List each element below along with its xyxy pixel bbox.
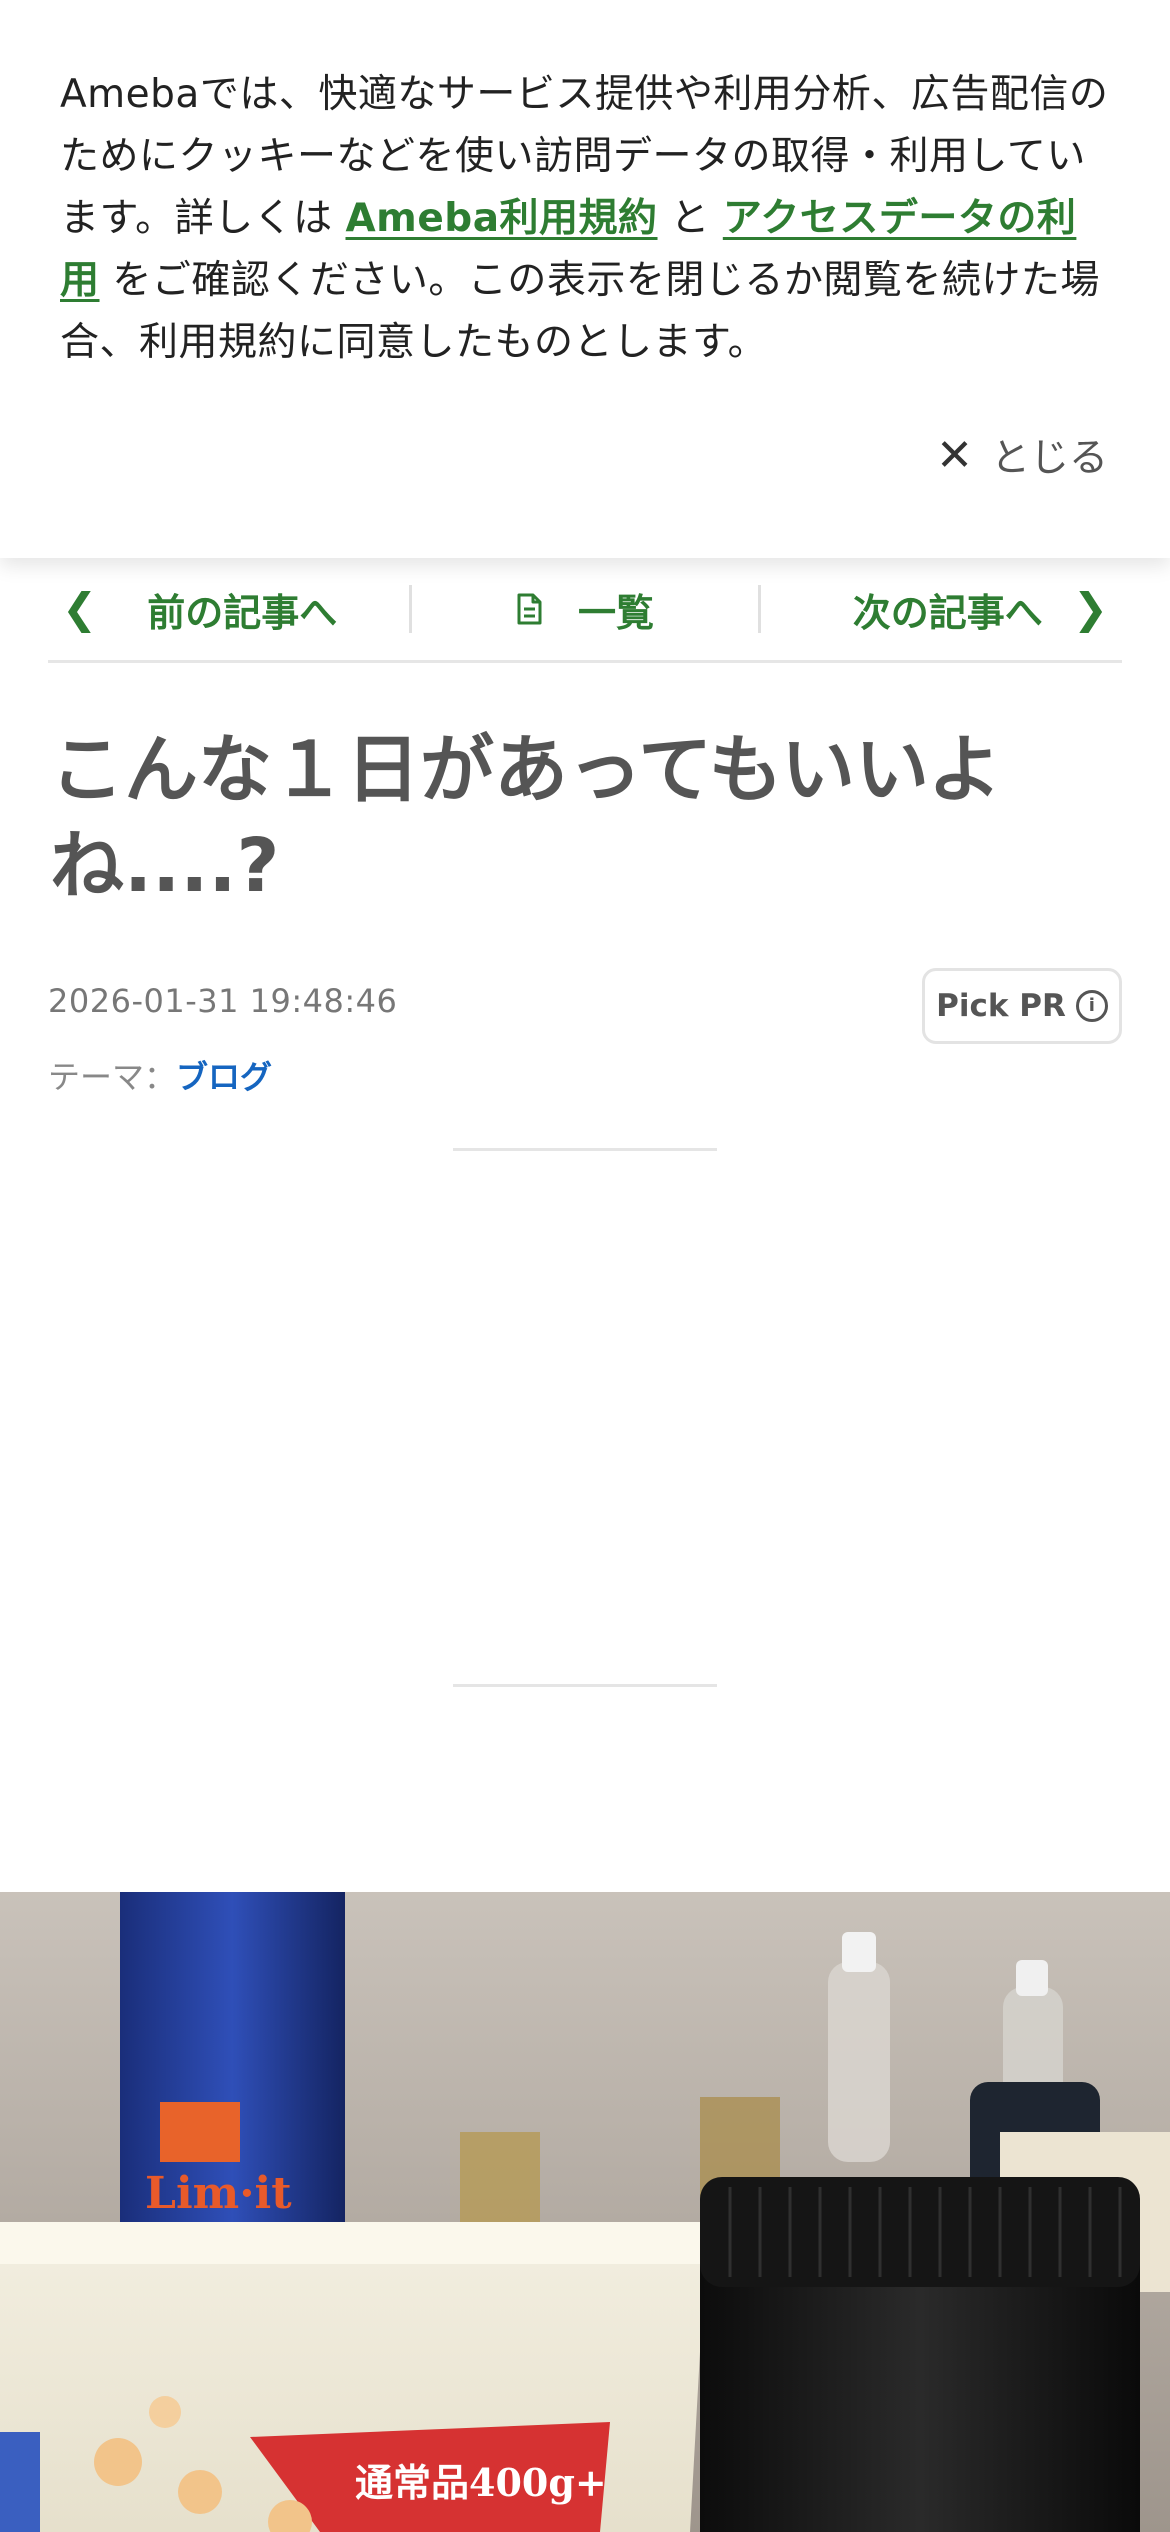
- tub-label-text: 通常品400g+: [355, 2460, 607, 2505]
- article-theme: テーマ：ブログ: [48, 1052, 272, 1098]
- close-banner-label: とじる: [990, 436, 1108, 481]
- cookie-text-conjunction: と: [657, 196, 723, 241]
- ad-slot-top-divider: [453, 1148, 717, 1151]
- cookie-consent-banner: Amebaでは、快適なサービス提供や利用分析、広告配信のためにクッキーなどを使い…: [0, 0, 1170, 558]
- close-icon: ✕: [936, 429, 973, 481]
- document-icon: [517, 593, 542, 625]
- article-photo-image: Lim·it 通常品400g+: [0, 1892, 1170, 2532]
- prev-article-label: 前の記事へ: [147, 590, 338, 635]
- chevron-right-icon: ❯: [1072, 584, 1109, 633]
- theme-link[interactable]: ブログ: [176, 1058, 272, 1096]
- cookie-text-suffix: をご確認ください。この表示を閉じるか閲覧を続けた場合、利用規約に同意したものとし…: [60, 258, 1100, 365]
- article-pager: ❮ 前の記事へ 一覧 次の記事へ ❯: [48, 558, 1122, 663]
- pick-pr-label: Pick PR: [936, 988, 1066, 1024]
- theme-label: テーマ：: [48, 1058, 177, 1096]
- article-list-link[interactable]: 一覧: [412, 579, 759, 639]
- chevron-left-icon: ❮: [62, 584, 98, 633]
- next-article-link[interactable]: 次の記事へ ❯: [761, 579, 1122, 639]
- pick-pr-button[interactable]: Pick PR i: [922, 968, 1122, 1044]
- ad-slot-bottom-divider: [453, 1684, 717, 1687]
- prev-article-link[interactable]: ❮ 前の記事へ: [48, 579, 409, 639]
- article-title: こんな１日があってもいいよね....?: [50, 727, 1002, 909]
- close-banner-button[interactable]: ✕ とじる: [936, 420, 1108, 490]
- info-icon: i: [1075, 990, 1108, 1022]
- article-photo[interactable]: Lim·it 通常品400g+: [0, 1892, 1170, 2532]
- next-article-label: 次の記事へ: [852, 590, 1043, 635]
- bottle-label-text: Lim·it: [145, 2168, 292, 2219]
- cookie-consent-text: Amebaでは、快適なサービス提供や利用分析、広告配信のためにクッキーなどを使い…: [60, 64, 1110, 374]
- article-list-label: 一覧: [578, 590, 655, 635]
- article-date: 2026-01-31 19:48:46: [48, 982, 398, 1020]
- terms-link[interactable]: Ameba利用規約: [346, 196, 658, 241]
